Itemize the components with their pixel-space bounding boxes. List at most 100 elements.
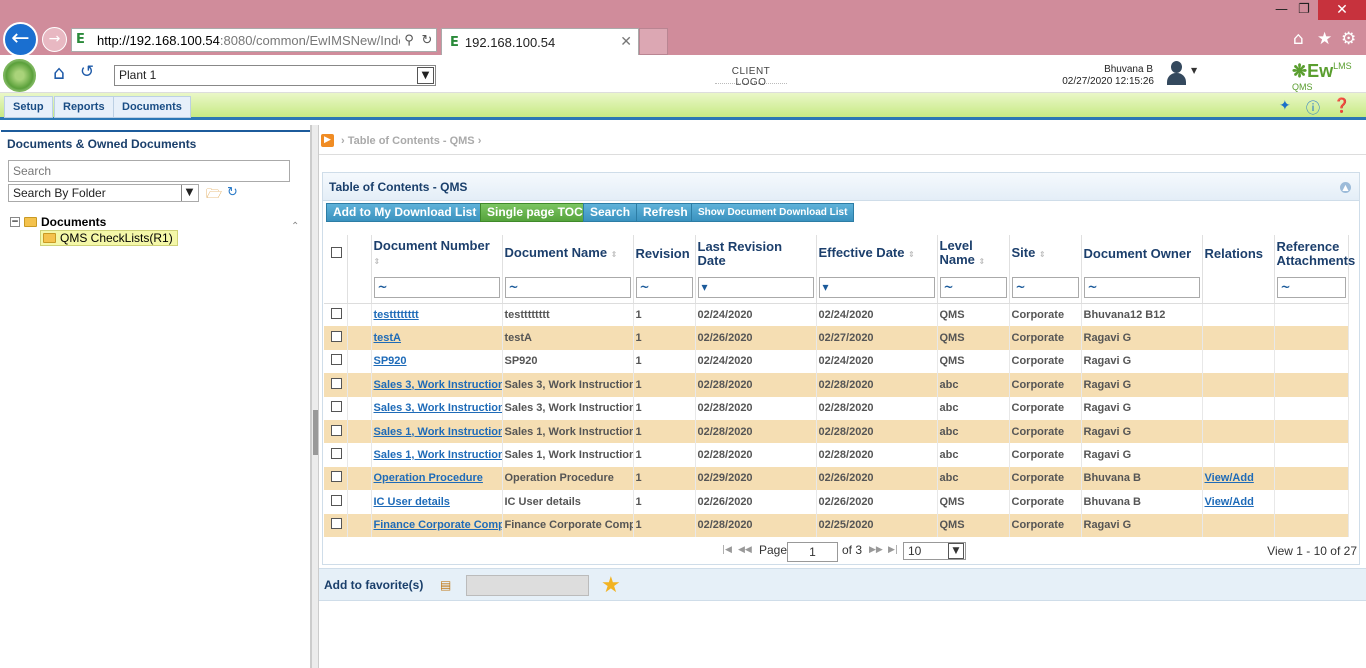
menu-setup[interactable]: Setup <box>4 96 53 118</box>
relations-view-add-link[interactable]: View/Add <box>1205 496 1254 508</box>
row-checkbox[interactable] <box>331 518 342 530</box>
tree-refresh-icon[interactable]: ↻ <box>227 185 238 200</box>
new-tab-button[interactable] <box>639 28 668 55</box>
single-page-toc-button[interactable]: Single page TOC <box>480 203 590 222</box>
forward-arrow-icon[interactable]: → <box>42 27 67 52</box>
filter-last-revision-date[interactable]: ▾ <box>697 277 814 299</box>
plant-select[interactable]: Plant 1 ▼ <box>114 65 436 86</box>
col-document-number[interactable]: Document Number ⇕ <box>371 235 503 273</box>
search-button[interactable]: Search <box>583 203 638 222</box>
first-page-icon[interactable]: |◀ <box>722 545 732 555</box>
favorites-star-icon[interactable]: ★ <box>1317 29 1332 49</box>
row-checkbox[interactable] <box>331 494 342 506</box>
back-arrow-icon[interactable]: ← <box>3 22 38 57</box>
col-last-revision-date[interactable]: Last Revision Date <box>695 235 817 273</box>
document-number-link[interactable]: Finance Corporate Compt <box>374 519 502 531</box>
search-icon[interactable]: ⚲ <box>400 33 418 48</box>
col-level-name[interactable]: Level Name ⇕ <box>937 235 1010 273</box>
document-number-link[interactable]: Sales 3, Work Instruction <box>374 379 502 391</box>
row-checkbox[interactable] <box>331 448 342 460</box>
folder-search-icon[interactable]: 🗁 <box>206 185 222 207</box>
filter-revision[interactable]: ~ <box>635 277 693 299</box>
maximize-icon[interactable]: ❐ <box>1298 2 1310 17</box>
menu-documents[interactable]: Documents <box>113 96 191 118</box>
collapse-toggle-icon[interactable]: − <box>10 217 20 227</box>
add-to-download-list-button[interactable]: Add to My Download List <box>326 203 484 222</box>
settings-gear-icon[interactable]: ⚙ <box>1341 29 1356 49</box>
next-page-icon[interactable]: ▶▶ <box>869 545 883 555</box>
relations-view-add-link[interactable]: View/Add <box>1205 472 1254 484</box>
search-by-folder-select[interactable]: Search By Folder ▼ <box>8 184 199 202</box>
document-number-link[interactable]: Sales 1, Work Instruction <box>374 426 502 438</box>
chevron-down-icon[interactable]: ▼ <box>417 67 434 84</box>
info-icon[interactable]: ⓘ <box>1306 98 1320 118</box>
document-number-link[interactable]: testA <box>374 332 402 344</box>
filter-site[interactable]: ~ <box>1011 277 1079 299</box>
add-favorite-star-icon[interactable]: ★ <box>601 573 621 598</box>
chevron-up-icon[interactable]: ⌃ <box>291 221 299 232</box>
row-checkbox[interactable] <box>331 354 342 366</box>
row-checkbox[interactable] <box>331 331 342 343</box>
table-row[interactable]: testttttttt testttttttt 1 02/24/2020 02/24/2… <box>324 303 1349 327</box>
chevron-down-icon[interactable]: ▼ <box>948 543 964 559</box>
document-number-link[interactable]: IC User details <box>374 496 450 508</box>
table-row[interactable]: testA testA 1 02/26/2020 02/27/2020 QMS Corpor… <box>324 326 1349 350</box>
avatar[interactable] <box>1166 61 1186 85</box>
row-checkbox[interactable] <box>331 401 342 413</box>
document-number-link[interactable]: SP920 <box>374 355 407 367</box>
collapse-panel-icon[interactable]: ▲ <box>1340 182 1351 193</box>
row-checkbox[interactable] <box>331 424 342 436</box>
app-refresh-icon[interactable]: ↺ <box>80 62 94 82</box>
document-number-link[interactable]: Operation Procedure <box>374 472 483 484</box>
page-size-select[interactable]: 10 ▼ <box>903 542 966 560</box>
page-number-input[interactable]: 1 <box>787 542 838 562</box>
url-text[interactable]: http://192.168.100.54:8080/common/EwIMSN… <box>97 33 400 48</box>
show-download-list-button[interactable]: Show Document Download List <box>691 203 855 222</box>
row-checkbox[interactable] <box>331 377 342 389</box>
filter-reference[interactable]: ~ <box>1276 277 1346 299</box>
filter-level-name[interactable]: ~ <box>939 277 1007 299</box>
tree-root-documents[interactable]: − Documents <box>10 215 106 229</box>
pin-icon[interactable]: ✦ <box>1279 98 1291 114</box>
document-number-link[interactable]: Sales 1, Work Instruction <box>374 449 502 461</box>
filter-document-owner[interactable]: ~ <box>1083 277 1200 299</box>
col-effective-date[interactable]: Effective Date ⇕ <box>816 235 938 273</box>
minimize-icon[interactable]: — <box>1275 2 1288 17</box>
favorites-input[interactable] <box>466 575 589 596</box>
splitter-grip[interactable] <box>313 410 318 455</box>
table-row[interactable]: SP920 SP920 1 02/24/2020 02/24/2020 QMS Corpor… <box>324 349 1349 374</box>
prev-page-icon[interactable]: ◀◀ <box>738 545 752 555</box>
menu-reports[interactable]: Reports <box>54 96 114 118</box>
col-document-owner[interactable]: Document Owner <box>1081 235 1203 273</box>
table-row[interactable]: Finance Corporate Compt Finance Corporate… <box>324 513 1349 537</box>
col-document-name[interactable]: Document Name ⇕ <box>502 235 634 273</box>
row-checkbox[interactable] <box>331 307 342 319</box>
app-home-icon[interactable]: ⌂ <box>53 62 65 84</box>
tree-item-qms-checklists[interactable]: QMS CheckLists(R1) <box>40 230 178 246</box>
favorites-folder-icon[interactable]: ▤ <box>440 578 451 592</box>
filter-effective-date[interactable]: ▾ <box>818 277 935 299</box>
col-site[interactable]: Site ⇕ <box>1009 235 1082 273</box>
user-menu-caret-icon[interactable]: ▼ <box>1191 66 1197 75</box>
last-page-icon[interactable]: ▶| <box>888 545 898 555</box>
search-input[interactable]: Search <box>8 160 290 182</box>
chevron-down-icon[interactable]: ▼ <box>181 185 197 201</box>
row-checkbox[interactable] <box>331 471 342 483</box>
table-row[interactable]: Sales 1, Work Instruction Sales 1, Work I… <box>324 443 1349 467</box>
document-number-link[interactable]: Sales 3, Work Instruction <box>374 402 502 414</box>
filter-document-name[interactable]: ~ <box>504 277 631 299</box>
window-close-icon[interactable]: ✕ <box>1318 0 1366 20</box>
document-number-link[interactable]: testttttttt <box>374 309 419 321</box>
col-revision[interactable]: Revision <box>633 235 696 273</box>
home-icon[interactable]: ⌂ <box>1293 29 1304 49</box>
panel-splitter[interactable] <box>311 125 319 668</box>
table-row[interactable]: IC User details IC User details 1 02/26/202… <box>324 490 1349 514</box>
address-bar[interactable]: E http://192.168.100.54:8080/common/EwIM… <box>71 28 437 52</box>
table-row[interactable]: Operation Procedure Operation Procedure 1 0… <box>324 466 1349 491</box>
browser-tab[interactable]: E 192.168.100.54 ✕ <box>441 28 639 55</box>
refresh-button[interactable]: Refresh <box>636 203 695 222</box>
close-tab-icon[interactable]: ✕ <box>620 34 632 50</box>
col-relations[interactable]: Relations <box>1202 235 1275 273</box>
table-row[interactable]: Sales 1, Work Instruction Sales 1, Work I… <box>324 419 1349 444</box>
app-logo-icon[interactable] <box>3 59 36 92</box>
